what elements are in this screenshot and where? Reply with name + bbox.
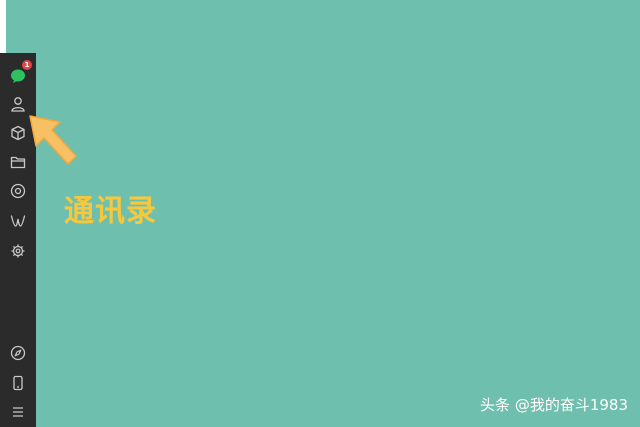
sidebar-item-chat[interactable]: 1 <box>8 60 32 85</box>
sidebar-item-discover[interactable] <box>8 343 28 363</box>
sidebar-item-phone[interactable] <box>8 373 28 393</box>
chat-icon <box>11 69 25 83</box>
settings-icon <box>10 183 26 199</box>
sidebar-item-moments[interactable] <box>8 181 28 201</box>
sidebar: 1 <box>0 53 36 427</box>
sidebar-item-files[interactable] <box>8 152 28 172</box>
sidebar-item-menu[interactable] <box>8 402 28 422</box>
sidebar-item-plugins[interactable] <box>8 241 28 261</box>
watermark: 头条 @我的奋斗1983 <box>480 396 628 414</box>
sidebar-item-contacts[interactable] <box>8 94 28 114</box>
window-frame-gap <box>0 0 6 53</box>
gear-icon <box>11 244 25 258</box>
compass-icon <box>10 345 26 361</box>
callout-arrow-icon <box>29 115 77 165</box>
folder-icon <box>10 156 26 169</box>
contacts-icon <box>11 97 25 112</box>
callout-label: 通讯录 <box>64 194 157 229</box>
sidebar-item-collections[interactable] <box>8 123 28 143</box>
miniprogram-icon <box>10 215 26 227</box>
sidebar-item-miniprograms[interactable] <box>8 211 28 231</box>
menu-icon <box>13 407 23 417</box>
unread-badge: 1 <box>22 60 32 70</box>
phone-icon <box>13 375 23 391</box>
cube-icon <box>11 125 25 141</box>
